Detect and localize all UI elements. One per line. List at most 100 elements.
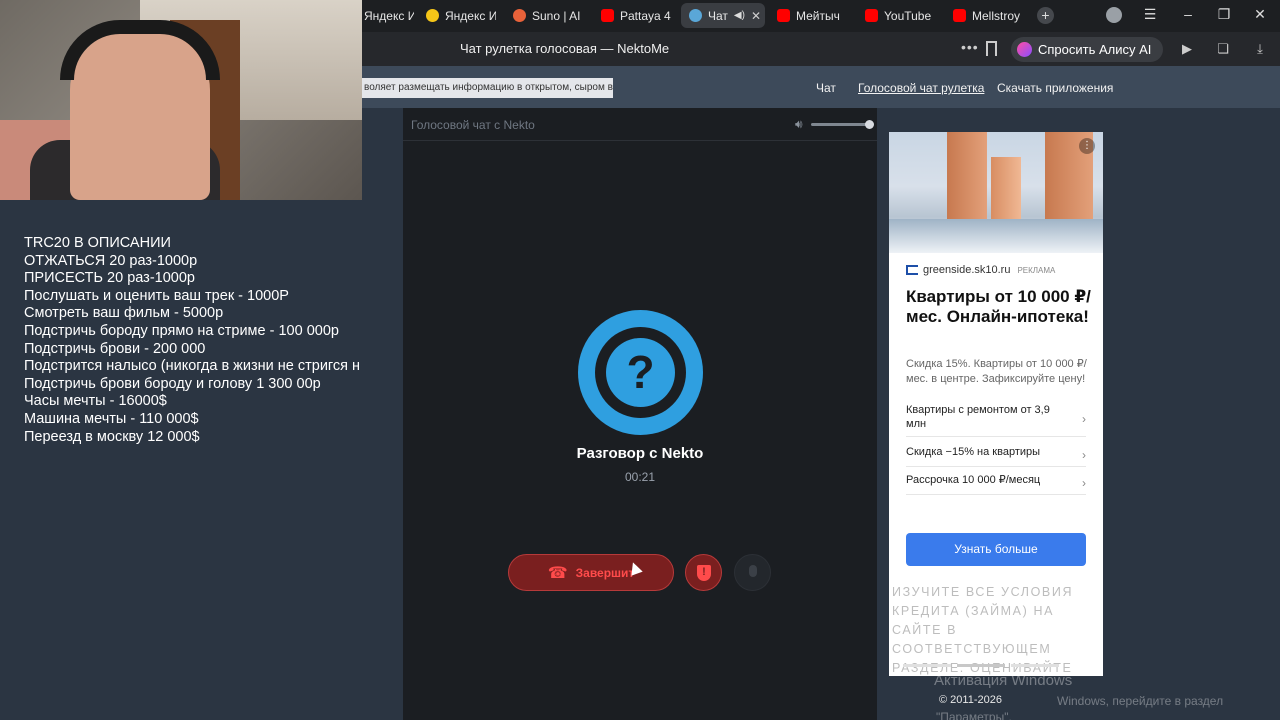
youtube-icon — [601, 9, 614, 22]
ad-domain[interactable]: greenside.sk10.ru РЕКЛАМА — [906, 264, 1055, 276]
partner-avatar: ? — [578, 310, 703, 435]
youtube-icon — [777, 9, 790, 22]
collections-icon[interactable]: ❏ — [1214, 41, 1232, 57]
tab-label: YouTube — [884, 8, 932, 23]
report-button[interactable]: ! — [685, 554, 722, 591]
mute-button[interactable] — [734, 554, 771, 591]
suno-icon — [513, 9, 526, 22]
donation-line: Подстричь брови бороду и голову 1 300 00… — [24, 375, 321, 392]
ad-options-icon[interactable]: ⋮ — [1079, 138, 1095, 154]
more-icon[interactable]: ••• — [961, 39, 979, 55]
ask-alice-button[interactable]: Спросить Алису AI — [1011, 37, 1164, 62]
ad-page-dot[interactable] — [1011, 664, 1059, 667]
chevron-right-icon: › — [1082, 447, 1086, 462]
browser-tab[interactable]: Pattaya 4 — [593, 3, 671, 28]
tab-label: Suno | AI — [532, 8, 581, 23]
minimize-icon[interactable]: – — [1178, 6, 1198, 22]
nav-link-chat[interactable]: Чат — [816, 81, 836, 95]
youtube-icon — [865, 9, 878, 22]
ad-pagination[interactable] — [903, 664, 1059, 667]
microphone-icon — [749, 565, 757, 577]
ad-link-item[interactable]: Скидка −15% на квартиры › — [906, 445, 1086, 467]
volume-slider-handle[interactable] — [865, 120, 874, 129]
tab-label: Мейтыч — [796, 8, 840, 23]
audio-playing-icon: ◀) — [733, 10, 745, 21]
voice-chat-panel: Голосовой чат с Nekto 🔊︎ ? Разговор с Ne… — [403, 108, 877, 720]
volume-icon[interactable]: 🔊︎ — [795, 117, 803, 132]
ad-domain-label: greenside.sk10.ru — [923, 264, 1011, 276]
chevron-right-icon: › — [1082, 475, 1086, 490]
ad-link-label: Рассрочка 10 000 ₽/месяц — [906, 474, 1041, 486]
nav-link-download[interactable]: Скачать приложения — [997, 81, 1113, 95]
page-title[interactable]: Чат рулетка голосовая — NektoMe — [460, 41, 669, 56]
player-icon[interactable]: ▶ — [1178, 41, 1196, 57]
ad-disclaimer: Изучите все условия кредита (займа) на с… — [892, 585, 1074, 675]
ad-image[interactable]: ⋮ — [889, 132, 1103, 253]
bookmark-icon[interactable] — [986, 41, 997, 56]
advertisement[interactable]: ⋮ greenside.sk10.ru РЕКЛАМА Квартиры от … — [889, 132, 1103, 676]
ad-link-label: Скидка −15% на квартиры — [906, 446, 1041, 458]
ad-link-label: Квартиры с ремонтом от 3,9 млн — [906, 404, 1050, 430]
browser-tab[interactable]: Мейтыч — [769, 3, 849, 28]
browser-tab[interactable]: Mellstroy — [945, 3, 1029, 28]
end-call-button[interactable]: ☎ Завершит — [508, 554, 674, 591]
download-icon[interactable]: ⤓ — [1251, 41, 1269, 57]
browser-tab[interactable]: Suno | AI — [505, 3, 583, 28]
ad-headline[interactable]: Квартиры от 10 000 ₽/мес. Онлайн-ипотека… — [906, 287, 1092, 327]
browser-tab[interactable]: YouTube — [857, 3, 941, 28]
browser-tab[interactable]: Яндекс И — [418, 3, 496, 28]
youtube-icon — [953, 9, 966, 22]
webcam-overlay — [0, 0, 362, 200]
chevron-right-icon: › — [1082, 411, 1086, 426]
panel-header: Голосовой чат с Nekto 🔊︎ — [403, 108, 877, 141]
ad-link-item[interactable]: Рассрочка 10 000 ₽/месяц › — [906, 473, 1086, 495]
advertiser-logo-icon — [906, 265, 918, 275]
donation-line: Переезд в москву 12 000$ — [24, 428, 200, 445]
hang-up-icon: ☎ — [547, 564, 568, 582]
browser-tab-active[interactable]: Чат ◀) ✕ — [681, 3, 765, 28]
tab-label: Pattaya 4 — [620, 8, 671, 23]
shield-icon: ! — [697, 565, 711, 581]
site-nav: воляет размещать информацию в открытом, … — [362, 66, 1280, 108]
yandex-images-icon — [426, 9, 439, 22]
donation-line: ПРИСЕСТЬ 20 раз-1000р — [24, 270, 195, 287]
new-tab-button[interactable]: + — [1037, 7, 1054, 24]
tab-label: Чат — [708, 8, 728, 23]
end-call-label: Завершит — [575, 565, 635, 580]
donation-line: TRC20 В ОПИСАНИИ — [24, 235, 171, 251]
avatar-ring: ? — [595, 327, 686, 418]
nav-link-voice-roulette[interactable]: Голосовой чат рулетка — [858, 81, 984, 95]
panel-title: Голосовой чат с Nekto — [411, 118, 535, 132]
ad-page-dot[interactable] — [957, 664, 1005, 667]
alice-icon — [1017, 42, 1032, 57]
close-window-icon[interactable]: ✕ — [1250, 6, 1270, 23]
restore-icon[interactable]: ❐ — [1214, 6, 1234, 23]
ask-alice-label: Спросить Алису AI — [1038, 42, 1152, 57]
call-title: Разговор с Nekto — [576, 445, 704, 462]
menu-icon[interactable]: ☰ — [1140, 6, 1160, 23]
tab-label: Яндекс И — [364, 8, 414, 23]
donation-line: Часы мечты - 16000$ — [24, 393, 167, 410]
stream-donation-list: TRC20 В ОПИСАНИИ ОТЖАТЬСЯ 20 раз-1000р П… — [24, 235, 376, 446]
building-shape — [991, 157, 1021, 227]
ad-link-item[interactable]: Квартиры с ремонтом от 3,9 млн › — [906, 403, 1086, 437]
browser-tab[interactable]: Яндекс И — [356, 3, 414, 28]
tab-label: Mellstroy — [972, 8, 1021, 23]
ad-tag: РЕКЛАМА — [1017, 265, 1056, 275]
donation-line: Смотреть ваш фильм - 5000р — [24, 305, 224, 322]
donation-line: Машина мечты - 110 000$ — [24, 410, 199, 427]
donation-line: ОТЖАТЬСЯ 20 раз-1000р — [24, 252, 198, 269]
copyright: © 2011-2026 — [939, 694, 1002, 706]
question-mark-icon: ? — [606, 338, 675, 407]
close-tab-icon[interactable]: ✕ — [751, 9, 761, 23]
tab-label: Яндекс И — [445, 8, 496, 23]
ad-page-dot[interactable] — [903, 664, 951, 667]
donation-line: Послушать и оценить ваш трек - 1000Р — [24, 287, 289, 304]
profile-icon[interactable] — [1106, 7, 1122, 23]
call-timer: 00:21 — [624, 470, 656, 484]
ad-cta-button[interactable]: Узнать больше — [906, 533, 1086, 566]
snow-ground — [889, 219, 1103, 253]
volume-slider[interactable] — [811, 123, 869, 126]
nekto-icon — [689, 9, 702, 22]
windows-activation-title: Активация Windows — [934, 672, 1073, 689]
